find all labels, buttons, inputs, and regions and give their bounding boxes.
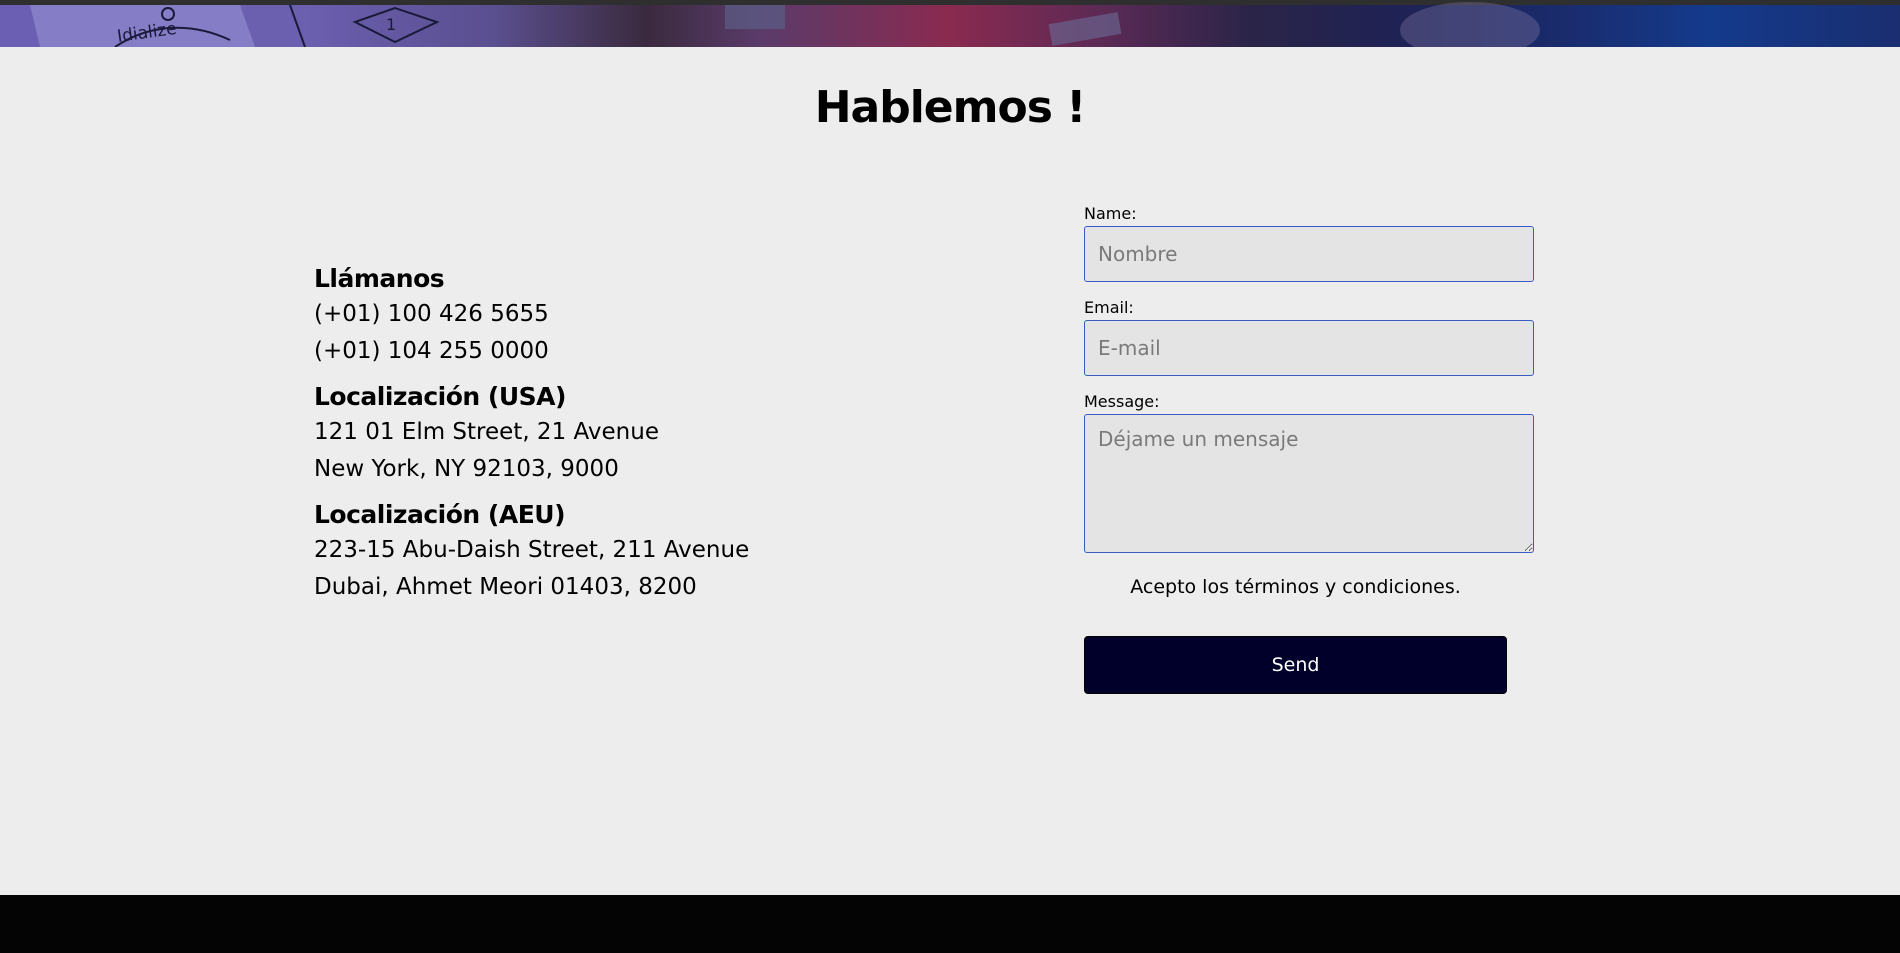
phone-number: (+01) 100 426 5655 xyxy=(314,301,549,327)
email-input[interactable] xyxy=(1084,320,1534,376)
contact-heading-aeu: Localización (AEU) xyxy=(314,500,566,529)
footer xyxy=(0,895,1900,953)
hero-image-strip: Idialize 1 xyxy=(0,0,1900,47)
name-label: Name: xyxy=(1084,204,1137,223)
contact-heading-usa: Localización (USA) xyxy=(314,382,566,411)
email-label: Email: xyxy=(1084,298,1134,317)
contact-form: Name: Email: Message: Acepto los término… xyxy=(1084,204,1534,694)
message-label: Message: xyxy=(1084,392,1160,411)
message-textarea[interactable] xyxy=(1084,414,1534,553)
send-button[interactable]: Send xyxy=(1084,636,1507,694)
hero-decoration: Idialize 1 xyxy=(30,2,1540,47)
hero-decor-number: 1 xyxy=(386,15,396,34)
page-title: Hablemos ! xyxy=(814,82,1087,133)
contact-block-phone: Llámanos (+01) 100 426 5655 (+01) 104 25… xyxy=(314,262,934,370)
contact-info: Llámanos (+01) 100 426 5655 (+01) 104 25… xyxy=(314,262,934,616)
address-line: New York, NY 92103, 9000 xyxy=(314,456,619,482)
address-line: Dubai, Ahmet Meori 01403, 8200 xyxy=(314,574,697,600)
contact-block-aeu: Localización (AEU) 223-15 Abu-Daish Stre… xyxy=(314,498,934,606)
contact-heading-phone: Llámanos xyxy=(314,264,445,293)
address-line: 121 01 Elm Street, 21 Avenue xyxy=(314,419,659,445)
terms-text: Acepto los términos y condiciones. xyxy=(1130,576,1461,598)
address-line: 223-15 Abu-Daish Street, 211 Avenue xyxy=(314,537,750,563)
phone-number: (+01) 104 255 0000 xyxy=(314,338,549,364)
name-input[interactable] xyxy=(1084,226,1534,282)
contact-block-usa: Localización (USA) 121 01 Elm Street, 21… xyxy=(314,380,934,488)
